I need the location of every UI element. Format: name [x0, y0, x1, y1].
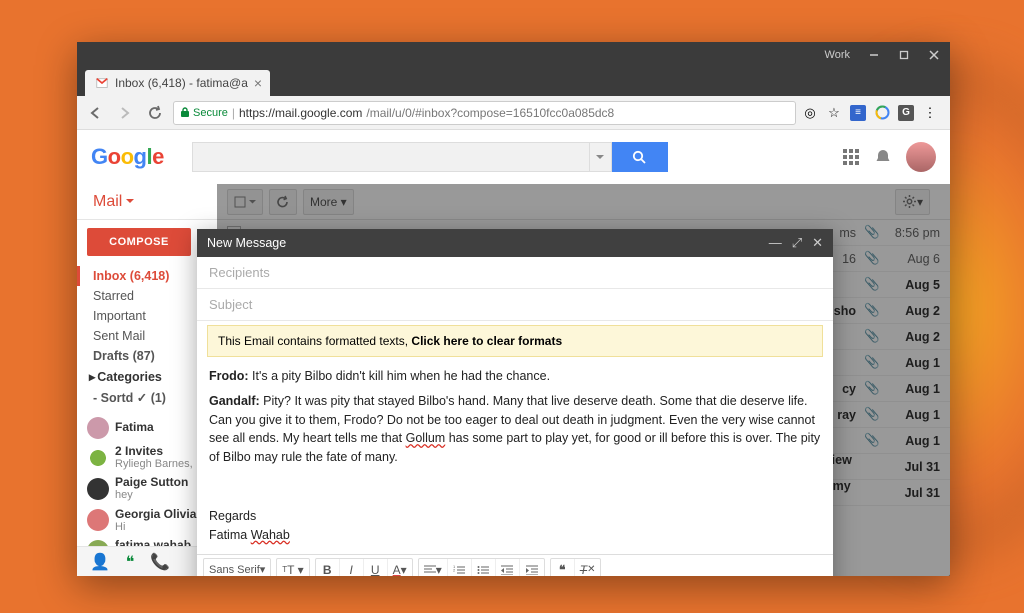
- compose-title: New Message: [207, 236, 286, 250]
- subject-field[interactable]: Subject: [197, 289, 833, 321]
- sidebar-item-drafts[interactable]: Drafts (87): [77, 346, 217, 366]
- address-bar-actions: ◎ ☆ ≡ G ⋮: [802, 105, 944, 121]
- close-icon[interactable]: ×: [254, 75, 262, 91]
- search-box: [192, 142, 612, 172]
- lock-icon: Secure: [180, 107, 228, 119]
- chat-item[interactable]: 2 InvitesRyliegh Barnes,: [77, 442, 217, 473]
- browser-address-bar: Secure | https://mail.google.com/mail/u/…: [77, 96, 950, 130]
- remove-format-button[interactable]: T✕: [575, 559, 601, 576]
- browser-window: Work Inbox (6,418) - fatima@a × Secure |…: [77, 42, 950, 576]
- underline-button[interactable]: U: [364, 559, 388, 576]
- browser-tab[interactable]: Inbox (6,418) - fatima@a ×: [85, 70, 270, 96]
- sidebar-item-inbox[interactable]: Inbox (6,418): [77, 266, 217, 286]
- header-right: [842, 142, 936, 172]
- mail-label[interactable]: Mail: [77, 184, 217, 219]
- tab-title: Inbox (6,418) - fatima@a: [115, 76, 248, 90]
- apps-grid-icon[interactable]: [842, 148, 860, 166]
- search-icon: [632, 150, 647, 165]
- compose-close-icon[interactable]: ✕: [812, 235, 823, 251]
- no-tracking-icon[interactable]: ◎: [802, 105, 818, 121]
- caret-down-icon: [126, 199, 134, 204]
- indent-less-button[interactable]: [496, 559, 520, 576]
- forward-button[interactable]: [113, 101, 137, 125]
- compose-popout-icon[interactable]: ⤢: [792, 235, 802, 251]
- font-family-button[interactable]: Sans Serif ▾: [204, 559, 270, 576]
- search-input[interactable]: [193, 150, 589, 165]
- sidebar-item-sent[interactable]: Sent Mail: [77, 326, 217, 346]
- sidebar-nav: Inbox (6,418) Starred Important Sent Mai…: [77, 266, 217, 408]
- search-dropdown-button[interactable]: [589, 143, 611, 171]
- search-area: [192, 142, 814, 172]
- text-color-button[interactable]: A ▾: [388, 559, 412, 576]
- window-minimize-button[interactable]: [864, 45, 884, 65]
- account-avatar[interactable]: [906, 142, 936, 172]
- indent-more-button[interactable]: [520, 559, 544, 576]
- italic-button[interactable]: I: [340, 559, 364, 576]
- hangouts-tray: 👤 ❝ 📞: [77, 546, 217, 576]
- sidebar-item-starred[interactable]: Starred: [77, 286, 217, 306]
- window-profile-label: Work: [825, 49, 850, 61]
- window-close-button[interactable]: [924, 45, 944, 65]
- extension-icon-3[interactable]: G: [898, 105, 914, 121]
- browser-menu-button[interactable]: ⋮: [922, 105, 938, 121]
- extension-icon-2[interactable]: [874, 105, 890, 121]
- google-logo[interactable]: Google: [91, 144, 164, 170]
- url-path: /mail/u/0/#inbox?compose=16510fcc0a085dc…: [366, 106, 614, 120]
- compose-body[interactable]: Frodo: It's a pity Bilbo didn't kill him…: [197, 357, 833, 554]
- svg-text:2: 2: [453, 567, 456, 572]
- gmail-favicon-icon: [95, 76, 109, 90]
- search-button[interactable]: [612, 142, 668, 172]
- reload-button[interactable]: [143, 101, 167, 125]
- compose-minimize-icon[interactable]: —: [769, 235, 782, 251]
- align-button[interactable]: ▾: [419, 559, 448, 576]
- format-banner: This Email contains formatted texts, Cli…: [207, 325, 823, 357]
- numbered-list-button[interactable]: 12: [448, 559, 472, 576]
- compose-window: New Message — ⤢ ✕ Recipients Subject Thi…: [197, 229, 833, 576]
- chat-item[interactable]: Georgia OliviaHi: [77, 505, 217, 536]
- phone-icon[interactable]: 📞: [151, 553, 169, 571]
- clear-formats-link[interactable]: Click here to clear formats: [411, 334, 562, 348]
- bullet-list-button[interactable]: [472, 559, 496, 576]
- sidebar: COMPOSE Inbox (6,418) Starred Important …: [77, 220, 217, 576]
- recipients-field[interactable]: Recipients: [197, 257, 833, 289]
- browser-tab-bar: Inbox (6,418) - fatima@a ×: [77, 68, 950, 96]
- sidebar-categories[interactable]: ▸ Categories: [77, 366, 217, 387]
- person-icon[interactable]: 👤: [91, 553, 109, 571]
- chat-item[interactable]: Paige Suttonhey: [77, 473, 217, 504]
- bold-button[interactable]: B: [316, 559, 340, 576]
- extension-icon-1[interactable]: ≡: [850, 105, 866, 121]
- sidebar-item-important[interactable]: Important: [77, 306, 217, 326]
- url-host: https://mail.google.com: [239, 106, 362, 120]
- secure-label: Secure: [193, 107, 228, 119]
- notifications-icon[interactable]: [874, 148, 892, 166]
- quote-button[interactable]: ❝: [551, 559, 575, 576]
- window-maximize-button[interactable]: [894, 45, 914, 65]
- hangouts-icon[interactable]: ❝: [121, 553, 139, 571]
- back-button[interactable]: [83, 101, 107, 125]
- chat-item-self[interactable]: Fatima▾: [77, 414, 217, 442]
- sidebar-item-sortd[interactable]: - Sortd ✓ (1): [77, 387, 217, 408]
- compose-button[interactable]: COMPOSE: [87, 228, 191, 256]
- page-content: Google Mail More ▾ ▾: [77, 130, 950, 576]
- font-size-button[interactable]: TT ▾: [277, 559, 308, 576]
- url-field[interactable]: Secure | https://mail.google.com/mail/u/…: [173, 101, 796, 125]
- format-toolbar: Sans Serif ▾ TT ▾ B I U A ▾ ▾ 12 ❝: [197, 554, 833, 576]
- window-titlebar: Work: [77, 42, 950, 68]
- bookmark-star-icon[interactable]: ☆: [826, 105, 842, 121]
- compose-header[interactable]: New Message — ⤢ ✕: [197, 229, 833, 257]
- google-header: Google: [77, 130, 950, 184]
- banner-text: This Email contains formatted texts,: [218, 334, 411, 348]
